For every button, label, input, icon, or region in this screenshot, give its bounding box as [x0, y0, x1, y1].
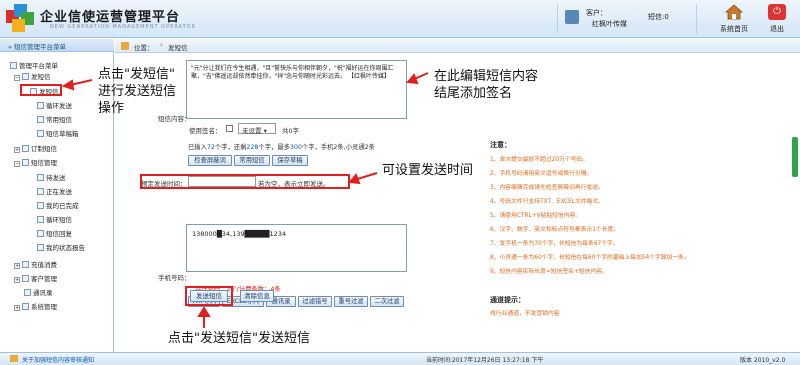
folder-icon — [22, 145, 29, 152]
app-subtitle: NEW GENERATION MANAGEMENT OPERATOR — [50, 24, 197, 30]
contacts-icon — [24, 289, 31, 296]
sidebar-item-loop-send[interactable]: 循环发送 — [37, 100, 72, 110]
sidebar-item-custom-sms[interactable]: + 订制短信 — [14, 143, 57, 153]
sidebar-item-loop-sms[interactable]: 循环短信 — [37, 214, 72, 224]
collapse-icon[interactable]: − — [14, 161, 20, 167]
sidebar-item-completed[interactable]: 我的已完成 — [37, 200, 79, 210]
note-item: 1、单次提交最好不超过20万个号码。 — [490, 157, 589, 163]
exit-label[interactable]: 退出 — [762, 24, 792, 34]
notice-link[interactable]: 关于加强短信内容审核通知 — [22, 355, 94, 364]
phone-label: 手机号码： — [158, 274, 191, 282]
sidebar-item-drafts[interactable]: 短信草稿箱 — [37, 128, 79, 138]
folder-icon — [10, 62, 17, 69]
annotation-edit-content: 在此编辑短信内容 结尾添加签名 — [434, 69, 539, 101]
phone-numbers-textarea[interactable]: 138000█34,139█████1234 — [186, 224, 407, 272]
home-label[interactable]: 系统首页 — [712, 24, 756, 34]
folder-icon — [22, 261, 29, 268]
collapse-icon[interactable]: − — [14, 75, 20, 81]
breadcrumb-current: 发短信 — [168, 44, 188, 52]
sidebar-item-pending[interactable]: 待发送 — [37, 172, 66, 182]
customer-icon — [565, 10, 579, 24]
channel-title: 通道提示： — [490, 296, 525, 304]
expand-icon[interactable]: + — [14, 277, 20, 283]
sidebar-item-recharge[interactable]: + 充值消费 — [14, 259, 57, 269]
breadcrumb-label: 位置： — [134, 44, 154, 52]
note-item: 8、小灵通一条为60个字，长短信在每60个字的基础上每加54个字算加一条。 — [490, 255, 690, 261]
current-time: 当前时间:2017年12月26日 13:27:18 下午 — [426, 357, 544, 364]
page-icon — [37, 116, 44, 123]
app-title: 企业信使运营管理平台 — [40, 10, 181, 25]
chevron-down-icon: ▾ — [263, 127, 267, 135]
folder-icon — [22, 73, 29, 80]
location-icon — [121, 42, 129, 50]
tree-root[interactable]: 管理平台菜单 — [10, 60, 58, 70]
scroll-indicator[interactable] — [792, 137, 798, 177]
version-label: 版本 2010_v2.0 — [740, 357, 786, 364]
note-item: 3、内容编辑完成请先检查屏蔽词再行发送。 — [490, 185, 604, 191]
folder-icon — [22, 275, 29, 282]
sidebar-item-common-sms[interactable]: 常用短信 — [37, 114, 72, 124]
customer-name: 红枫叶传媒 — [592, 20, 627, 28]
filter-invalid-button[interactable]: 过滤错号 — [298, 296, 332, 307]
sidebar-item-system[interactable]: + 系统管理 — [14, 301, 57, 311]
signature-checkbox[interactable] — [226, 125, 233, 132]
house-icon[interactable] — [725, 4, 743, 20]
breadcrumb — [115, 39, 800, 53]
signature-label: 使用签名： — [189, 127, 222, 135]
status-bar — [0, 352, 800, 365]
page-icon — [37, 174, 44, 181]
expand-icon[interactable]: + — [14, 263, 20, 269]
sidebar-item-sending[interactable]: 正在发送 — [37, 186, 72, 196]
folder-icon — [22, 159, 29, 166]
annotation-click-send-sms: 点击"发短信" 进行发送短信 操作 — [98, 67, 177, 116]
annotation-set-time: 可设置发送时间 — [382, 163, 474, 178]
channel-text: 线行业通道，不发营销内容 — [490, 311, 560, 317]
check-words-button[interactable]: 检查屏蔽词 — [188, 155, 232, 166]
note-item: 2、手机号码请用英文逗号或换行分隔。 — [490, 171, 593, 177]
gear-icon — [22, 303, 29, 310]
sms-balance: 短信:0 — [648, 13, 669, 21]
annotation-arrows — [61, 72, 429, 328]
page-icon — [37, 102, 44, 109]
page-icon — [37, 202, 44, 209]
expand-icon[interactable]: + — [14, 305, 20, 311]
char-count-info: 已输入72个字，还剩228个字，最多300个字，手机2条,小灵通2条 — [188, 144, 375, 151]
signature-select[interactable]: 未设置 ▾ — [238, 123, 276, 135]
annotation-click-send: 点击"发送短信"发送短信 — [168, 331, 310, 346]
sidebar-item-replies[interactable]: 短信回复 — [37, 228, 72, 238]
expand-icon[interactable]: + — [14, 147, 20, 153]
page-icon — [37, 230, 44, 237]
sms-content-textarea[interactable]: "元"分让我们在今生相遇，"旦"誓快乐与你相伴朝夕，"祝"福好运在你周围汇聚，"… — [186, 60, 407, 119]
signature-count: 共0字 — [282, 127, 300, 135]
sidebar-item-sms-manage[interactable]: − 短信管理 — [14, 157, 57, 167]
note-item: 6、汉字、数字、英文和标点符号都表示1个长度。 — [490, 227, 620, 233]
note-item: 5、请使用CTRL+V粘贴短信内容。 — [490, 213, 582, 219]
page-icon — [37, 130, 44, 137]
sidebar-item-customers[interactable]: + 客户管理 — [14, 273, 57, 283]
highlight-send-sms — [20, 84, 62, 96]
breadcrumb-separator: › — [160, 41, 163, 49]
clear-button[interactable]: 清除信息 — [240, 290, 274, 302]
notes-title: 注意： — [490, 141, 511, 149]
filter-twice-button[interactable]: 二次过滤 — [370, 296, 404, 307]
highlight-schedule — [140, 174, 350, 189]
page-icon — [37, 188, 44, 195]
save-draft-button[interactable]: 保存草稿 — [272, 155, 308, 166]
sidebar-item-send-group[interactable]: − 发短信 — [14, 71, 51, 81]
power-icon[interactable]: ⏻ — [768, 4, 786, 20]
page-icon — [37, 216, 44, 223]
filter-duplicate-button[interactable]: 重号过滤 — [334, 296, 368, 307]
notice-icon — [10, 355, 18, 362]
note-item: 7、发手机一条为70个字，长短信为每条67个字。 — [490, 241, 619, 247]
sidebar-header: » 短信管理平台菜单 — [0, 39, 114, 52]
page-icon — [37, 244, 44, 251]
sidebar-item-status-report[interactable]: 我的状态报告 — [37, 242, 85, 252]
logo-icon — [6, 4, 36, 34]
common-sms-button[interactable]: 常用短信 — [234, 155, 270, 166]
highlight-send-button — [185, 286, 233, 306]
sidebar-item-contacts[interactable]: 通讯录 — [24, 287, 53, 297]
note-item: 4、号码文件只支持TXT、EXCEL文件格式。 — [490, 199, 604, 205]
note-item: 9、短信内容实际长度=短信签名+短信内容。 — [490, 269, 608, 275]
customer-label: 客户： — [586, 9, 607, 17]
